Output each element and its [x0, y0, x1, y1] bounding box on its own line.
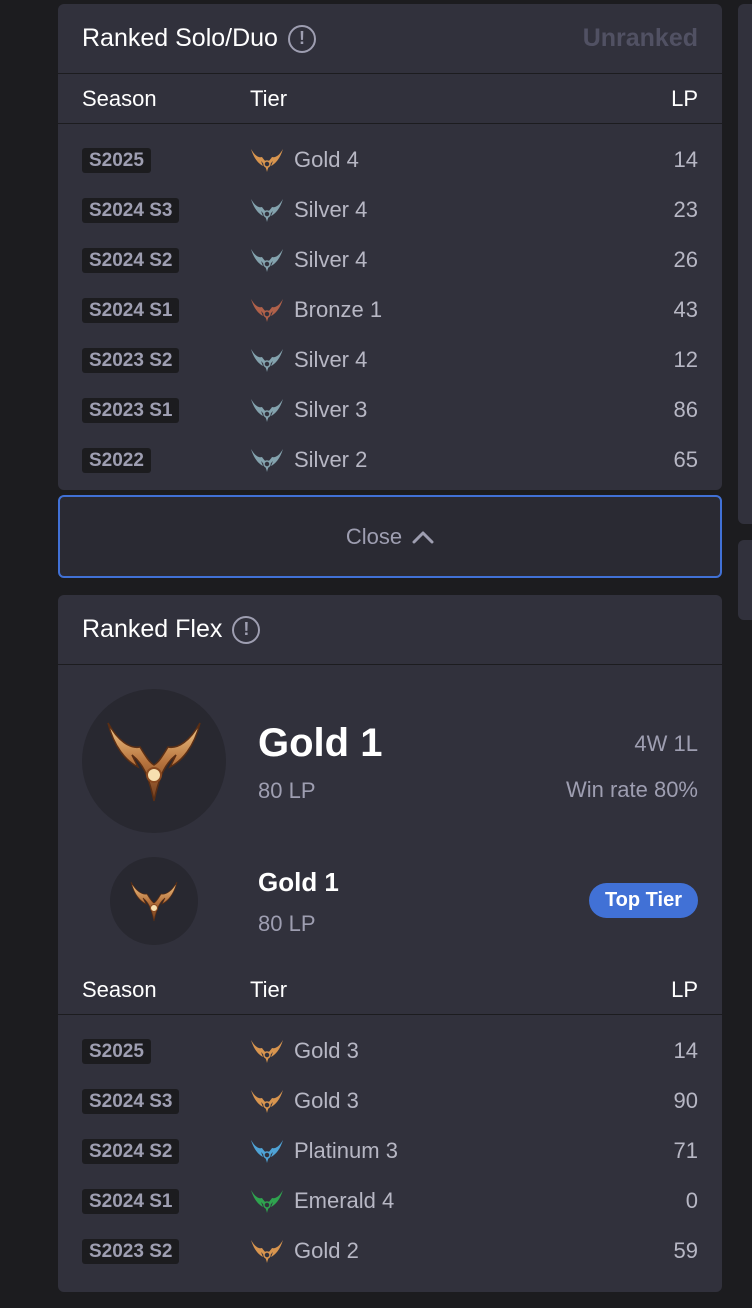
tier-emblem-icon — [251, 399, 283, 422]
lp-value: 59 — [673, 1238, 698, 1263]
season-badge: S2024 S1 — [82, 1188, 180, 1214]
tier-label: Gold 3 — [294, 1038, 359, 1063]
table-row: S2024 S1 Bronze 1 43 — [58, 285, 722, 335]
tier-emblem-icon — [251, 1190, 283, 1213]
table-row: S2024 S2 Platinum 3 71 — [58, 1126, 722, 1176]
lp-value: 43 — [673, 297, 698, 322]
tier-emblem-icon — [251, 299, 283, 322]
season-badge: S2023 S2 — [82, 1238, 180, 1264]
ranked-solo-card: Ranked Solo/Duo ! Unranked Season Tier L… — [58, 4, 722, 490]
lp-value: 26 — [673, 247, 698, 272]
flex-summary: Gold 1 80 LP 4W 1L Win rate 80% Gold 1 8… — [58, 665, 722, 965]
tier-label: Gold 2 — [294, 1238, 359, 1263]
current-tier: Gold 1 — [258, 721, 383, 765]
tier-label: Silver 4 — [294, 347, 368, 372]
flex-column-headers: Season Tier LP — [58, 965, 722, 1015]
lp-value: 23 — [673, 197, 698, 222]
tier-label: Silver 4 — [294, 247, 368, 272]
tier-header: Tier — [250, 85, 288, 111]
lp-value: 12 — [673, 347, 698, 372]
table-row: S2024 S3 Gold 3 90 — [58, 1076, 722, 1126]
close-label: Close — [345, 523, 403, 549]
season-badge: S2024 S3 — [82, 1088, 180, 1114]
tier-emblem-icon — [251, 149, 283, 172]
table-row: S2023 S1 Silver 3 86 — [58, 385, 722, 435]
ranked-flex-title: Ranked Flex — [82, 615, 223, 643]
side-card-partial-2 — [738, 540, 752, 620]
season-badge: S2025 — [82, 147, 151, 173]
tier-label: Silver 3 — [294, 397, 368, 422]
tier-label: Gold 4 — [294, 147, 359, 172]
info-icon[interactable]: ! — [232, 615, 261, 644]
lp-value: 14 — [673, 147, 698, 172]
lp-value: 90 — [673, 1088, 698, 1113]
side-card-partial — [738, 4, 752, 524]
table-row: S2024 S3 Silver 4 23 — [58, 185, 722, 235]
tier-label: Silver 4 — [294, 197, 368, 222]
season-header: Season — [82, 976, 157, 1002]
table-row: S2024 S2 Silver 4 26 — [58, 235, 722, 285]
lp-header: LP — [671, 85, 698, 111]
gold-emblem-icon — [110, 857, 198, 945]
info-icon[interactable]: ! — [287, 24, 316, 53]
gold-emblem-icon — [82, 689, 226, 833]
lp-value: 14 — [673, 1038, 698, 1063]
season-badge: S2025 — [82, 1038, 151, 1064]
tier-header: Tier — [250, 976, 288, 1002]
tier-emblem-icon — [251, 1040, 283, 1063]
tier-emblem-icon — [251, 199, 283, 222]
lp-value: 0 — [685, 1188, 698, 1213]
lp-value: 86 — [673, 397, 698, 422]
season-badge: S2022 — [82, 447, 151, 473]
tier-emblem-icon — [251, 449, 283, 472]
tier-label: Silver 2 — [294, 447, 368, 472]
win-rate: Win rate 80% — [565, 777, 698, 802]
tier-emblem-icon — [251, 249, 283, 272]
season-badge: S2024 S2 — [82, 1138, 180, 1164]
top-tier-badge: Top Tier — [588, 883, 698, 918]
tier-label: Emerald 4 — [294, 1188, 395, 1213]
tier-label: Bronze 1 — [294, 297, 383, 322]
season-badge: S2024 S3 — [82, 197, 180, 223]
lp-value: 65 — [673, 447, 698, 472]
current-lp: 80 LP — [258, 778, 316, 803]
tier-emblem-icon — [251, 349, 283, 372]
table-row: S2022 Silver 2 65 — [58, 435, 722, 485]
unranked-status: Unranked — [582, 24, 698, 52]
table-row: S2025 Gold 4 14 — [58, 135, 722, 185]
tier-label: Platinum 3 — [294, 1138, 398, 1163]
season-badge: S2023 S1 — [82, 397, 180, 423]
tier-emblem-icon — [251, 1090, 283, 1113]
table-row: S2023 S2 Gold 2 59 — [58, 1226, 722, 1276]
tier-label: Gold 3 — [294, 1088, 359, 1113]
lp-value: 71 — [673, 1138, 698, 1163]
table-row: S2024 S1 Emerald 4 0 — [58, 1176, 722, 1226]
table-row: S2025 Gold 3 14 — [58, 1026, 722, 1076]
close-button[interactable]: Close — [58, 495, 722, 578]
ranked-solo-header: Ranked Solo/Duo ! Unranked — [58, 4, 722, 74]
chevron-up-icon — [412, 531, 434, 543]
win-loss-record: 4W 1L — [634, 731, 698, 756]
lp-header: LP — [671, 976, 698, 1002]
peak-lp: 80 LP — [258, 911, 316, 936]
tier-emblem-icon — [251, 1140, 283, 1163]
season-badge: S2023 S2 — [82, 347, 180, 373]
season-badge: S2024 S1 — [82, 297, 180, 323]
ranked-flex-header: Ranked Flex ! — [58, 595, 722, 665]
tier-emblem-icon — [251, 1240, 283, 1263]
solo-column-headers: Season Tier LP — [58, 74, 722, 124]
table-row: S2023 S2 Silver 4 12 — [58, 335, 722, 385]
solo-season-list: S2025 Gold 4 14 S2024 S3 Silver 4 23 S2024 S2 S… — [58, 124, 722, 485]
season-badge: S2024 S2 — [82, 247, 180, 273]
ranked-flex-card: Ranked Flex ! Gold 1 80 LP 4W 1L Win rat… — [58, 595, 722, 1292]
flex-season-list: S2025 Gold 3 14 S2024 S3 Gold 3 90 S2024 S2 Pla… — [58, 1015, 722, 1276]
ranked-solo-title: Ranked Solo/Duo — [82, 24, 278, 52]
peak-tier: Gold 1 — [258, 867, 339, 897]
season-header: Season — [82, 85, 157, 111]
